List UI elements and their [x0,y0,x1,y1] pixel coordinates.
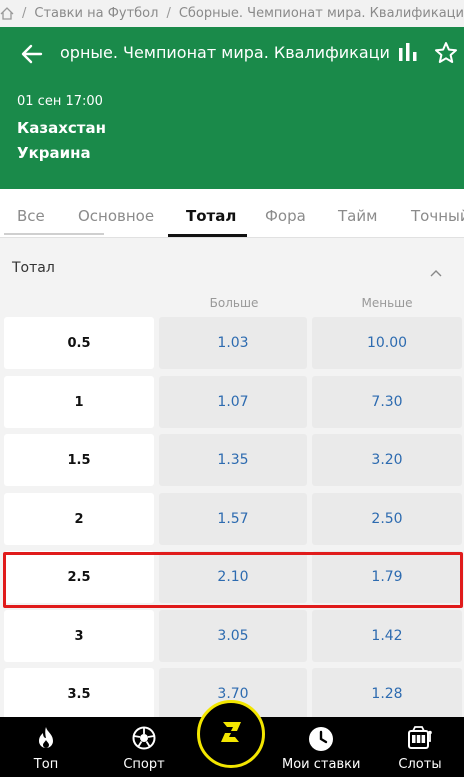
odds-under-button[interactable]: 10.00 [312,317,462,369]
column-header-over: Больше [209,296,259,310]
nav-slots-label: Слоты [398,757,442,772]
odds-under-button[interactable]: 1.42 [312,610,462,662]
tab-handicap[interactable]: Фора [265,207,306,225]
total-line: 0.5 [4,317,154,369]
total-line: 2 [4,493,154,545]
match-date: 01 сен 17:00 [17,94,103,109]
statistics-icon[interactable] [398,42,418,66]
table-row: 3 3.05 1.42 [4,610,462,662]
nav-top-label: Топ [33,757,59,772]
clock-icon [308,726,334,756]
team-home: Казахстан [17,119,106,137]
total-line: 3 [4,610,154,662]
breadcrumb-item-league[interactable]: Сборные. Чемпионат мира. Квалификация. Е… [179,6,464,21]
back-arrow-icon[interactable] [20,42,44,66]
nav-my-bets[interactable]: Мои ставки [282,717,360,777]
breadcrumb: / Ставки на Футбол / Сборные. Чемпионат … [0,0,464,27]
betslip-button[interactable] [197,700,265,768]
market-tabs: Все Основное Тотал Фора Тайм Точный [0,189,464,238]
odds-over-button[interactable]: 1.03 [159,317,307,369]
team-away: Украина [17,144,91,162]
logo-icon [217,720,245,748]
table-row: 1 1.07 7.30 [4,376,462,428]
ball-icon [132,726,156,754]
odds-over-button[interactable]: 1.35 [159,434,307,486]
odds-over-button[interactable]: 1.57 [159,493,307,545]
nav-slots[interactable]: Слоты [388,717,452,777]
table-row: 2 1.57 2.50 [4,493,462,545]
nav-sport[interactable]: Спорт [112,717,176,777]
odds-under-button[interactable]: 1.79 [312,551,462,603]
odds-over-button[interactable]: 2.10 [159,551,307,603]
odds-under-button[interactable]: 3.20 [312,434,462,486]
tab-main[interactable]: Основное [78,207,154,225]
home-icon[interactable] [0,7,14,20]
tab-all[interactable]: Все [17,207,45,225]
odds-under-button[interactable]: 2.50 [312,493,462,545]
table-row: 2.5 2.10 1.79 [4,551,462,603]
tab-total[interactable]: Тотал [186,207,236,225]
page-title: орные. Чемпионат мира. Квалификация. Евр… [60,43,390,62]
nav-top[interactable]: Топ [14,717,78,777]
column-header-under: Меньше [361,296,413,310]
total-line: 1 [4,376,154,428]
tab-half[interactable]: Тайм [338,207,377,225]
active-tab-indicator [168,234,247,237]
chevron-up-icon[interactable] [430,262,442,281]
tabs-scrollbar[interactable] [4,233,104,235]
total-line: 3.5 [4,668,154,720]
nav-sport-label: Спорт [123,757,165,772]
slot-machine-icon [407,726,433,754]
match-header: орные. Чемпионат мира. Квалификация. Евр… [0,27,464,189]
breadcrumb-separator: / [22,6,27,21]
breadcrumb-separator: / [166,6,171,21]
odds-under-button[interactable]: 1.28 [312,668,462,720]
odds-over-button[interactable]: 3.05 [159,610,307,662]
total-line: 2.5 [4,551,154,603]
section-title: Тотал [12,260,55,276]
favorite-star-icon[interactable] [434,41,458,69]
total-line: 1.5 [4,434,154,486]
odds-under-button[interactable]: 7.30 [312,376,462,428]
table-row: 1.5 1.35 3.20 [4,434,462,486]
odds-over-button[interactable]: 1.07 [159,376,307,428]
flame-icon [36,726,56,754]
nav-my-bets-label: Мои ставки [282,757,361,772]
tab-exact-score[interactable]: Точный [411,207,464,225]
total-section-header[interactable]: Тотал [0,238,464,292]
table-row: 0.5 1.03 10.00 [4,317,462,369]
breadcrumb-item-football[interactable]: Ставки на Футбол [34,6,158,21]
